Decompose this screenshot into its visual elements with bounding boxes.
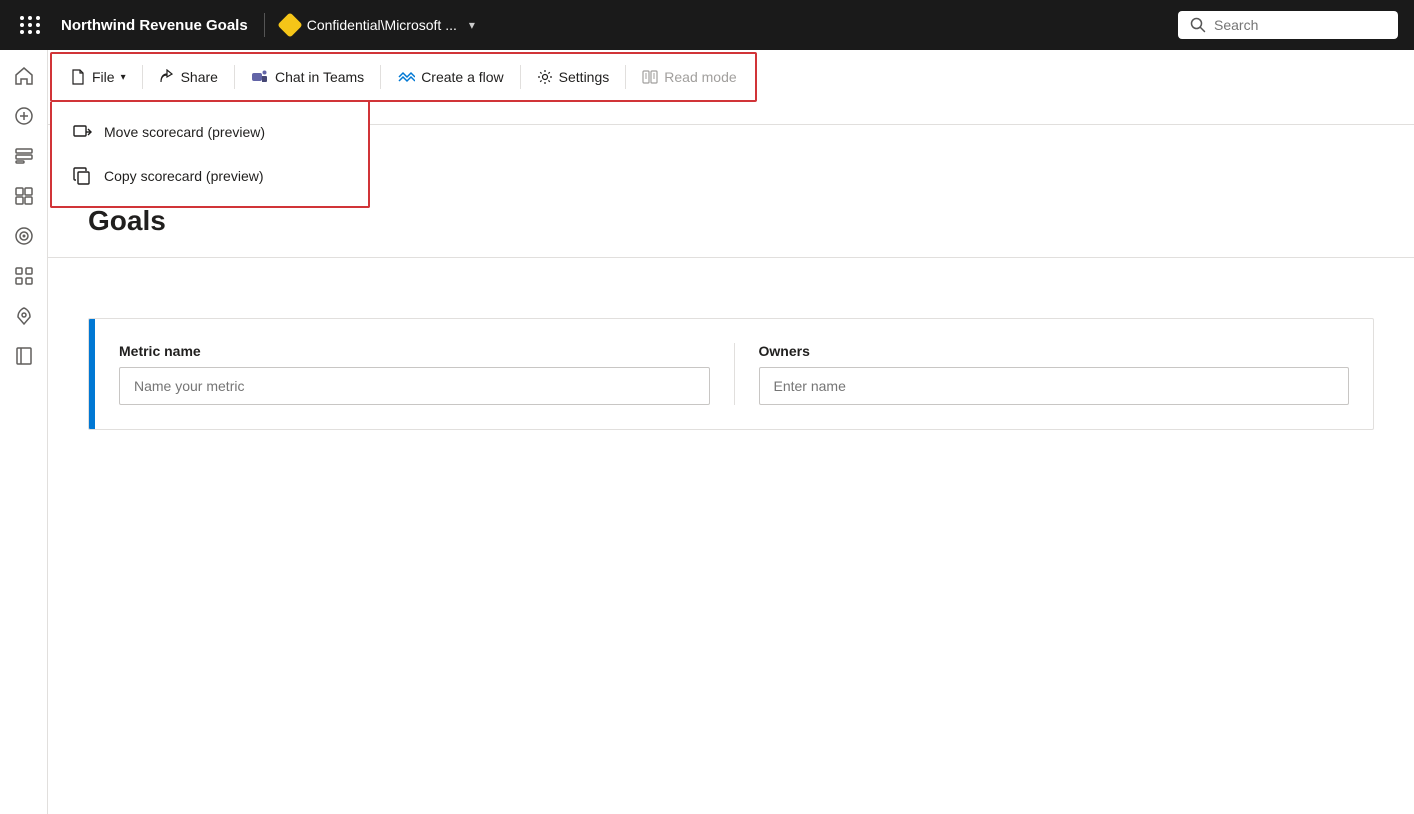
metric-area: Metric name Owners [88,318,1374,430]
app-launcher-button[interactable] [16,12,45,38]
tag-icon [277,12,302,37]
settings-icon [537,69,553,85]
toolbar-divider-1 [142,65,143,89]
move-scorecard-label: Move scorecard (preview) [104,124,265,140]
metric-owners-field: Owners [759,343,1350,405]
metric-name-field: Metric name [119,343,710,405]
share-button[interactable]: Share [149,63,228,91]
metric-owners-label: Owners [759,343,1350,359]
share-label: Share [181,69,218,85]
read-mode-icon [642,69,658,85]
sidebar-item-launch[interactable] [6,298,42,334]
sidebar-item-home[interactable] [6,58,42,94]
chat-teams-button[interactable]: Chat in Teams [241,62,374,92]
file-icon [70,69,86,85]
main-layout: File ▾ Share [0,50,1414,814]
file-dropdown: Move scorecard (preview) Copy scorecard … [50,102,370,208]
sidebar-item-goals[interactable] [6,218,42,254]
metric-field-divider [734,343,735,405]
metric-name-label: Metric name [119,343,710,359]
toolbar-divider-3 [380,65,381,89]
file-label: File [92,69,115,85]
move-scorecard-icon [72,122,92,142]
read-mode-label: Read mode [664,69,736,85]
settings-button[interactable]: Settings [527,63,620,91]
metric-content: Metric name Owners [95,319,1373,429]
file-button[interactable]: File ▾ [60,63,136,91]
sidebar-item-browse[interactable] [6,138,42,174]
copy-scorecard-label: Copy scorecard (preview) [104,168,264,184]
confidential-label[interactable]: Confidential\Microsoft ... ▾ [281,16,475,34]
toolbar-divider-4 [520,65,521,89]
search-input[interactable] [1214,17,1374,33]
search-box[interactable] [1178,11,1398,39]
metric-name-input[interactable] [119,367,710,405]
content-area: File ▾ Share [48,50,1414,814]
share-icon [159,69,175,85]
sidebar-item-create[interactable] [6,98,42,134]
teams-icon [251,68,269,86]
metric-owners-input[interactable] [759,367,1350,405]
toolbar-divider-2 [234,65,235,89]
chat-teams-label: Chat in Teams [275,69,364,85]
toolbar-wrapper: File ▾ Share [48,50,1414,104]
create-flow-label: Create a flow [421,69,503,85]
read-mode-button[interactable]: Read mode [632,63,746,91]
settings-label: Settings [559,69,610,85]
file-chevron: ▾ [121,72,126,83]
create-flow-button[interactable]: Create a flow [387,62,513,92]
page-title: Goals [88,205,1374,237]
app-title: Northwind Revenue Goals [61,17,248,34]
search-icon [1190,17,1206,33]
confidential-text: Confidential\Microsoft ... [307,17,457,33]
create-flow-icon [397,68,415,86]
topbar-divider [264,13,265,37]
topbar: Northwind Revenue Goals Confidential\Mic… [0,0,1414,50]
chevron-down-icon: ▾ [469,18,475,32]
sidebar-item-hub[interactable] [6,178,42,214]
page-content: Goals Metric name Owners [48,104,1414,814]
toolbar: File ▾ Share [50,52,757,102]
sidebar-item-apps[interactable] [6,258,42,294]
copy-scorecard-icon [72,166,92,186]
move-scorecard-item[interactable]: Move scorecard (preview) [52,110,368,154]
sidebar [0,50,48,814]
toolbar-divider-5 [625,65,626,89]
sidebar-item-book[interactable] [6,338,42,374]
copy-scorecard-item[interactable]: Copy scorecard (preview) [52,154,368,198]
